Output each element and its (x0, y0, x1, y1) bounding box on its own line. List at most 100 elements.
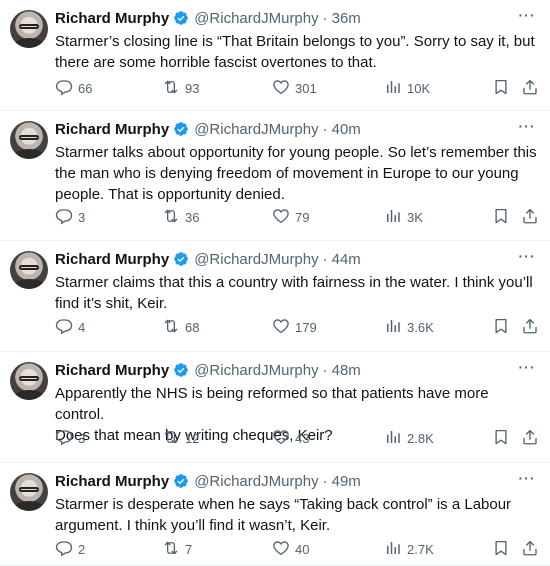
share-button[interactable] (521, 78, 539, 98)
retweet-icon (162, 207, 185, 228)
like-count: 301 (295, 80, 317, 96)
tweet[interactable]: Richard Murphy @RichardJMurphy · 48m ···… (0, 352, 550, 463)
tweet[interactable]: Richard Murphy @RichardJMurphy · 40m ···… (0, 111, 550, 241)
share-button[interactable] (521, 539, 539, 559)
separator-dot: · (322, 361, 328, 379)
like-icon (272, 317, 295, 338)
like-button[interactable]: 79 (272, 207, 309, 227)
like-button[interactable]: 301 (272, 78, 317, 98)
more-icon[interactable]: ··· (518, 119, 536, 135)
bookmark-icon (492, 317, 510, 338)
retweet-button[interactable]: 68 (162, 317, 199, 337)
retweet-button[interactable]: 7 (162, 539, 192, 559)
like-icon (272, 78, 295, 99)
reply-button[interactable]: 2 (55, 539, 85, 559)
views-icon (384, 317, 407, 338)
verified-badge-icon[interactable] (173, 121, 189, 137)
tweet-text-line: argument. I think you’ll find it wasn’t,… (55, 517, 331, 534)
tweet-actions: 3 36 79 3K (55, 207, 540, 227)
views-button[interactable]: 3.6K (384, 317, 434, 337)
bookmark-button[interactable] (492, 207, 510, 227)
tweet[interactable]: Richard Murphy @RichardJMurphy · 49m ···… (0, 463, 550, 566)
tweet-header: Richard Murphy @RichardJMurphy · 40m (55, 119, 361, 139)
more-icon[interactable]: ··· (518, 249, 536, 265)
tweet-text: Starmer’s closing line is “That Britain … (55, 31, 540, 73)
author-handle[interactable]: @RichardJMurphy (194, 10, 318, 27)
verified-badge-icon[interactable] (173, 473, 189, 489)
avatar[interactable] (10, 10, 48, 48)
reply-button[interactable]: 4 (55, 317, 85, 337)
reply-button[interactable]: 3 (55, 207, 85, 227)
views-count: 3K (407, 209, 423, 225)
avatar[interactable] (10, 251, 48, 289)
share-button[interactable] (521, 428, 539, 448)
bookmark-button[interactable] (492, 428, 510, 448)
avatar[interactable] (10, 473, 48, 511)
tweet-header: Richard Murphy @RichardJMurphy · 36m (55, 8, 361, 28)
bookmark-icon (492, 207, 510, 228)
tweet-timestamp[interactable]: 40m (332, 121, 361, 138)
separator-dot: · (322, 120, 328, 138)
verified-badge-icon[interactable] (173, 10, 189, 26)
share-icon (521, 539, 539, 560)
author-name[interactable]: Richard Murphy (55, 121, 169, 138)
author-name[interactable]: Richard Murphy (55, 473, 169, 490)
author-handle[interactable]: @RichardJMurphy (194, 251, 318, 268)
views-button[interactable]: 2.7K (384, 539, 434, 559)
verified-badge-icon[interactable] (173, 251, 189, 267)
tweet-timestamp[interactable]: 49m (332, 473, 361, 490)
reply-icon (55, 428, 78, 449)
author-handle[interactable]: @RichardJMurphy (194, 362, 318, 379)
author-handle[interactable]: @RichardJMurphy (194, 121, 318, 138)
bookmark-button[interactable] (492, 78, 510, 98)
reply-button[interactable]: 66 (55, 78, 92, 98)
tweet-actions: 66 93 301 10K (55, 78, 540, 98)
more-icon[interactable]: ··· (518, 360, 536, 376)
tweet[interactable]: Richard Murphy @RichardJMurphy · 44m ···… (0, 241, 550, 352)
retweet-button[interactable]: 36 (162, 207, 199, 227)
share-icon (521, 78, 539, 99)
author-name[interactable]: Richard Murphy (55, 362, 169, 379)
separator-dot: · (322, 472, 328, 490)
like-button[interactable]: 40 (272, 539, 309, 559)
tweet-actions: 4 68 179 3.6K (55, 317, 540, 337)
views-count: 2.7K (407, 541, 434, 557)
tweet-timestamp[interactable]: 48m (332, 362, 361, 379)
reply-icon (55, 317, 78, 338)
author-handle[interactable]: @RichardJMurphy (194, 473, 318, 490)
share-button[interactable] (521, 317, 539, 337)
reply-button[interactable]: 3 (55, 428, 85, 448)
share-icon (521, 317, 539, 338)
tweet[interactable]: Richard Murphy @RichardJMurphy · 36m ···… (0, 0, 550, 111)
avatar[interactable] (10, 121, 48, 159)
retweet-icon (162, 428, 185, 449)
tweet-timestamp[interactable]: 36m (332, 10, 361, 27)
bookmark-button[interactable] (492, 539, 510, 559)
like-count: 40 (295, 541, 310, 557)
reply-icon (55, 207, 78, 228)
retweet-icon (162, 539, 185, 560)
tweet-timestamp[interactable]: 44m (332, 251, 361, 268)
separator-dot: · (322, 9, 328, 27)
like-button[interactable]: 43 (272, 428, 309, 448)
author-name[interactable]: Richard Murphy (55, 10, 169, 27)
like-button[interactable]: 179 (272, 317, 317, 337)
views-icon (384, 78, 407, 99)
author-name[interactable]: Richard Murphy (55, 251, 169, 268)
share-button[interactable] (521, 207, 539, 227)
retweet-button[interactable]: 12 (162, 428, 199, 448)
share-icon (521, 207, 539, 228)
tweet-text: Starmer claims that this a country with … (55, 272, 540, 314)
more-icon[interactable]: ··· (518, 471, 536, 487)
retweet-button[interactable]: 93 (162, 78, 199, 98)
avatar[interactable] (10, 362, 48, 400)
views-button[interactable]: 10K (384, 78, 430, 98)
reply-count: 3 (78, 209, 86, 225)
views-button[interactable]: 2.8K (384, 428, 434, 448)
tweet-text-line: Starmer’s closing line is “That Britain … (55, 33, 535, 50)
bookmark-button[interactable] (492, 317, 510, 337)
like-count: 179 (295, 319, 317, 335)
views-button[interactable]: 3K (384, 207, 423, 227)
more-icon[interactable]: ··· (518, 8, 536, 24)
verified-badge-icon[interactable] (173, 362, 189, 378)
